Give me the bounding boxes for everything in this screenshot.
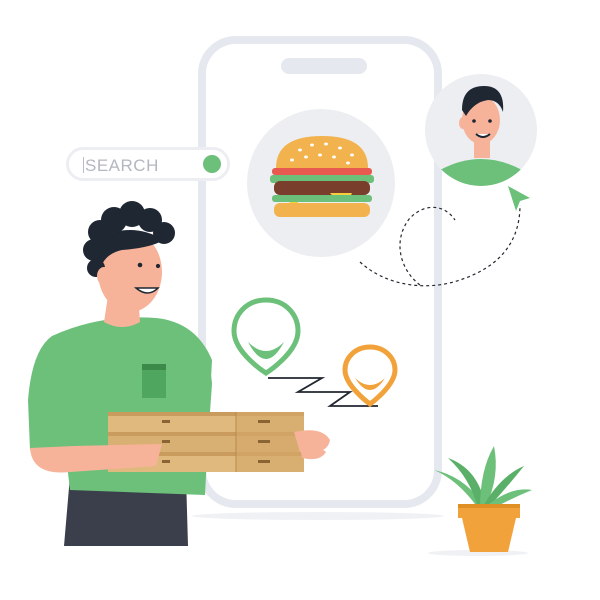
delivery-person — [28, 201, 212, 546]
illustration-canvas: SEARCH — [0, 0, 600, 600]
search-button-dot[interactable] — [203, 155, 221, 173]
text-cursor — [83, 157, 84, 173]
burger-icon — [247, 109, 395, 257]
cursor-arrow-icon — [508, 186, 530, 211]
potted-plant — [434, 446, 532, 552]
delivery-illustration — [28, 36, 537, 556]
search-placeholder-text: SEARCH — [85, 156, 159, 175]
phone-shadow — [192, 512, 444, 520]
search-bar[interactable]: SEARCH — [66, 147, 230, 181]
phone-notch — [281, 58, 367, 74]
